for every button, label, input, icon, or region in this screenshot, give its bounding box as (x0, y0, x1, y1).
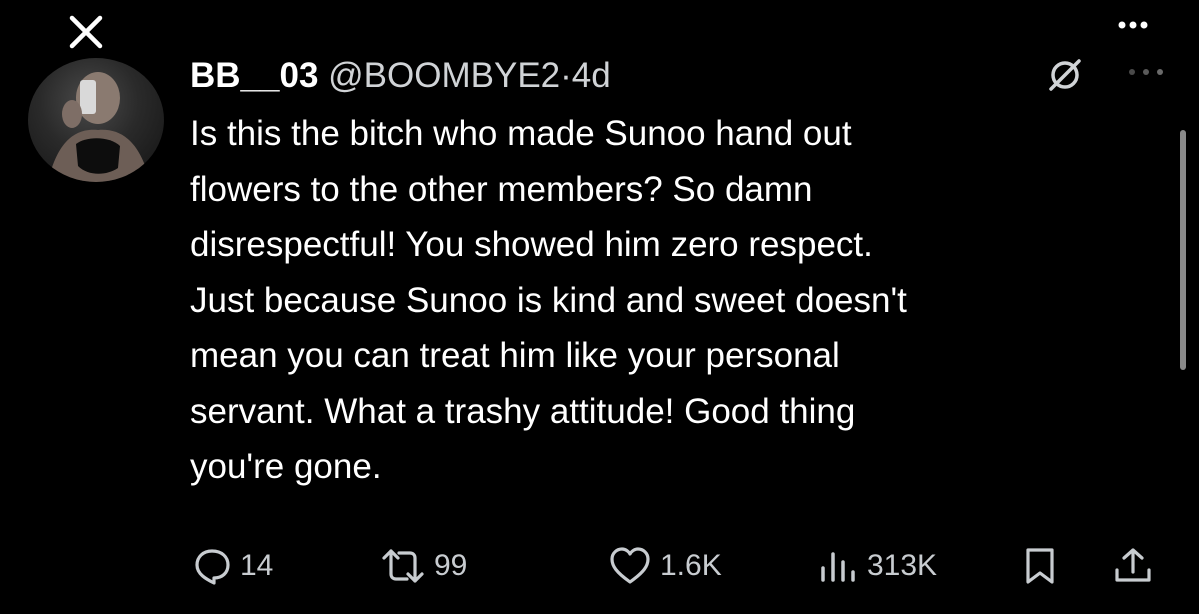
retweet-icon (380, 546, 426, 586)
display-name[interactable]: BB__03 (190, 56, 318, 95)
separator-dot: · (560, 56, 572, 95)
timestamp[interactable]: 4d (572, 56, 611, 95)
views-count: 313K (867, 549, 938, 582)
user-handle[interactable]: @BOOMBYE2 (328, 56, 560, 95)
close-button[interactable] (62, 8, 110, 56)
reply-button[interactable]: 14 (192, 541, 273, 591)
more-dots-icon (1118, 20, 1148, 30)
close-icon (67, 13, 105, 51)
tweet-header: BB__03 @BOOMBYE2·4d (190, 52, 611, 100)
reply-count: 14 (240, 549, 274, 582)
grok-icon (1045, 57, 1085, 93)
reply-icon (192, 546, 232, 586)
like-button[interactable]: 1.6K (608, 541, 722, 591)
views-icon (815, 546, 859, 586)
views-button[interactable]: 313K (815, 541, 937, 591)
heart-icon (608, 546, 652, 586)
share-icon (1112, 546, 1154, 586)
tweet-text: Is this the bitch who made Sunoo hand ou… (190, 114, 907, 486)
avatar-photo (48, 72, 150, 182)
like-count: 1.6K (660, 549, 722, 582)
bookmark-button[interactable] (1022, 541, 1058, 591)
bookmark-icon (1022, 546, 1058, 586)
scrollbar[interactable] (1180, 130, 1186, 370)
share-button[interactable] (1112, 541, 1154, 591)
avatar[interactable] (28, 58, 164, 182)
faded-more-icon (1122, 62, 1170, 82)
retweet-button[interactable]: 99 (380, 541, 467, 591)
retweet-count: 99 (434, 549, 468, 582)
more-options-button[interactable] (1118, 10, 1148, 40)
grok-button[interactable] (1042, 55, 1088, 95)
